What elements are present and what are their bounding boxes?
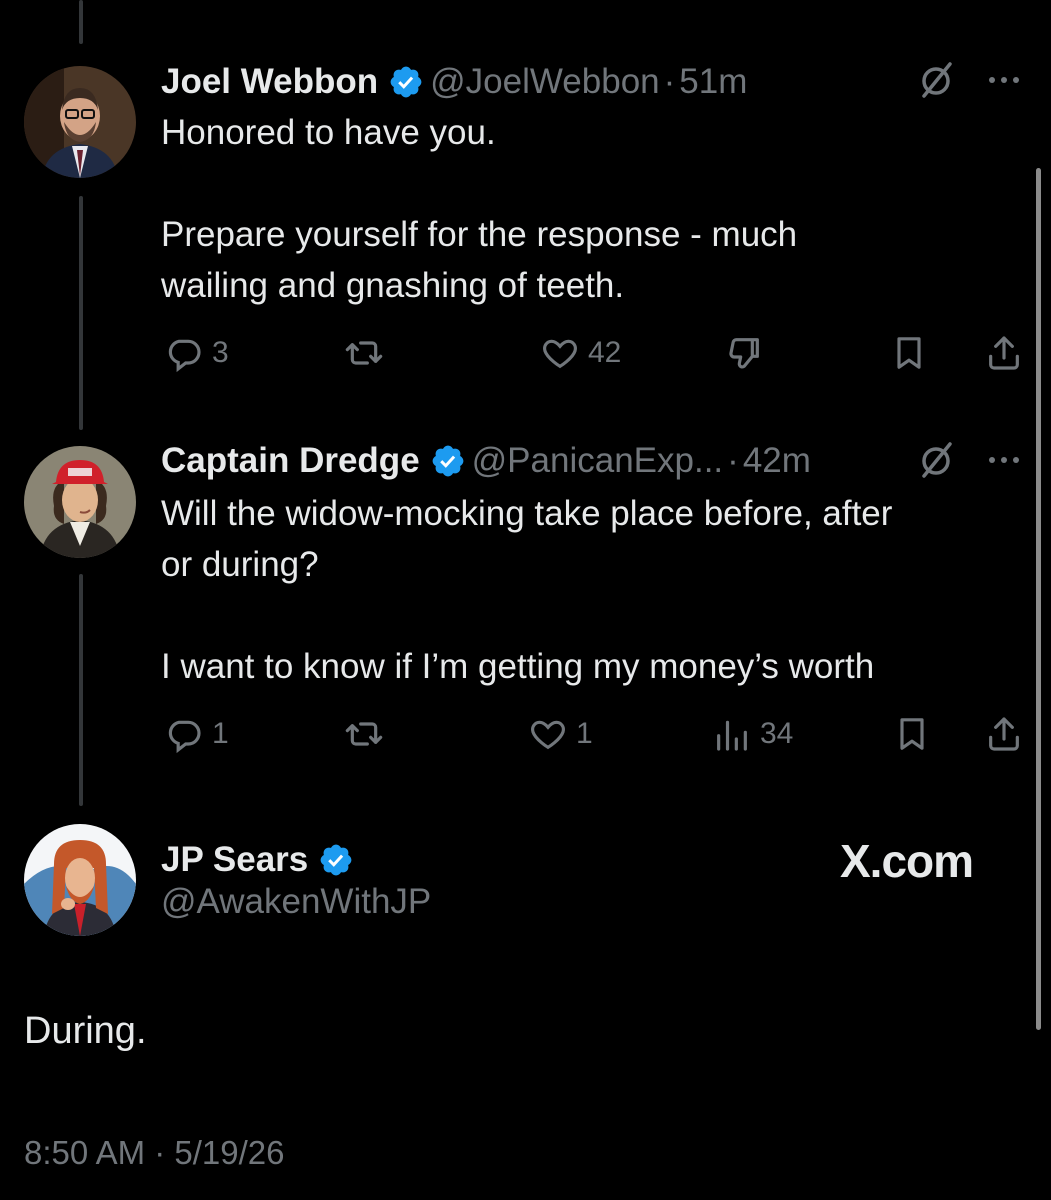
verified-badge-icon [318,842,354,878]
display-name[interactable]: Captain Dredge [161,441,420,481]
tweet-text: Will the widow-mocking take place before… [161,494,893,686]
timestamp[interactable]: 51m [679,62,747,102]
separator: · [727,441,739,480]
like-icon [531,720,565,750]
display-name[interactable]: JP Sears [161,840,308,880]
bookmark-button[interactable] [889,333,929,373]
tweet-header: Captain Dredge @PanicanExp... · 42m [161,435,811,487]
reply-count: 1 [212,717,229,750]
dislike-icon [729,338,759,369]
separator: · [663,62,676,101]
share-button[interactable] [984,333,1024,373]
dislike-button[interactable] [724,333,764,373]
display-name[interactable]: Joel Webbon [161,62,378,102]
reply-button[interactable]: 1 [164,714,229,754]
more-dots-icon[interactable] [984,60,1024,100]
main-tweet-timestamp[interactable]: 8:50 AM · 5/19/26 [24,1134,285,1172]
views-button[interactable]: 34 [712,714,793,754]
main-tweet-text: During. [24,1010,147,1052]
handle[interactable]: @JoelWebbon [430,62,659,102]
views-count: 34 [760,717,794,750]
timestamp[interactable]: 42m [743,441,811,481]
share-icon [989,336,1019,370]
like-count: 1 [576,717,593,750]
like-icon [543,339,577,369]
x-com-watermark: X.com [840,835,974,887]
bookmark-icon [897,337,921,369]
handle[interactable]: @PanicanExp... [472,441,724,481]
grok-slash-icon[interactable] [916,440,956,480]
verified-badge-icon [388,64,424,100]
like-button[interactable]: 42 [540,333,621,373]
views-icon [717,720,747,751]
retweet-button[interactable] [344,714,384,754]
verified-badge-icon [430,443,466,479]
reply-button[interactable]: 3 [164,333,229,373]
tweet-text: Honored to have you. Prepare yourself fo… [161,113,798,305]
thread-line-2 [79,574,83,806]
avatar[interactable] [24,446,136,558]
like-count: 42 [588,336,622,369]
share-icon [989,717,1019,751]
handle[interactable]: @AwakenWithJP [161,882,431,922]
reply-icon [168,339,201,373]
thread-line-top [79,0,83,44]
more-dots-icon[interactable] [984,440,1024,480]
grok-slash-icon[interactable] [916,60,956,100]
bookmark-button[interactable] [892,714,932,754]
avatar[interactable] [24,66,136,178]
scrollbar[interactable] [1036,168,1041,1030]
like-button[interactable]: 1 [528,714,593,754]
retweet-icon [345,341,383,365]
bookmark-icon [900,718,924,750]
thread-line-1 [79,196,83,430]
main-tweet-header: JP Sears [161,834,360,886]
share-button[interactable] [984,714,1024,754]
avatar[interactable] [24,824,136,936]
retweet-icon [345,722,383,746]
reply-count: 3 [212,336,229,369]
reply-icon [168,720,201,754]
retweet-button[interactable] [344,333,384,373]
tweet-header: Joel Webbon @JoelWebbon · 51m [161,56,747,108]
